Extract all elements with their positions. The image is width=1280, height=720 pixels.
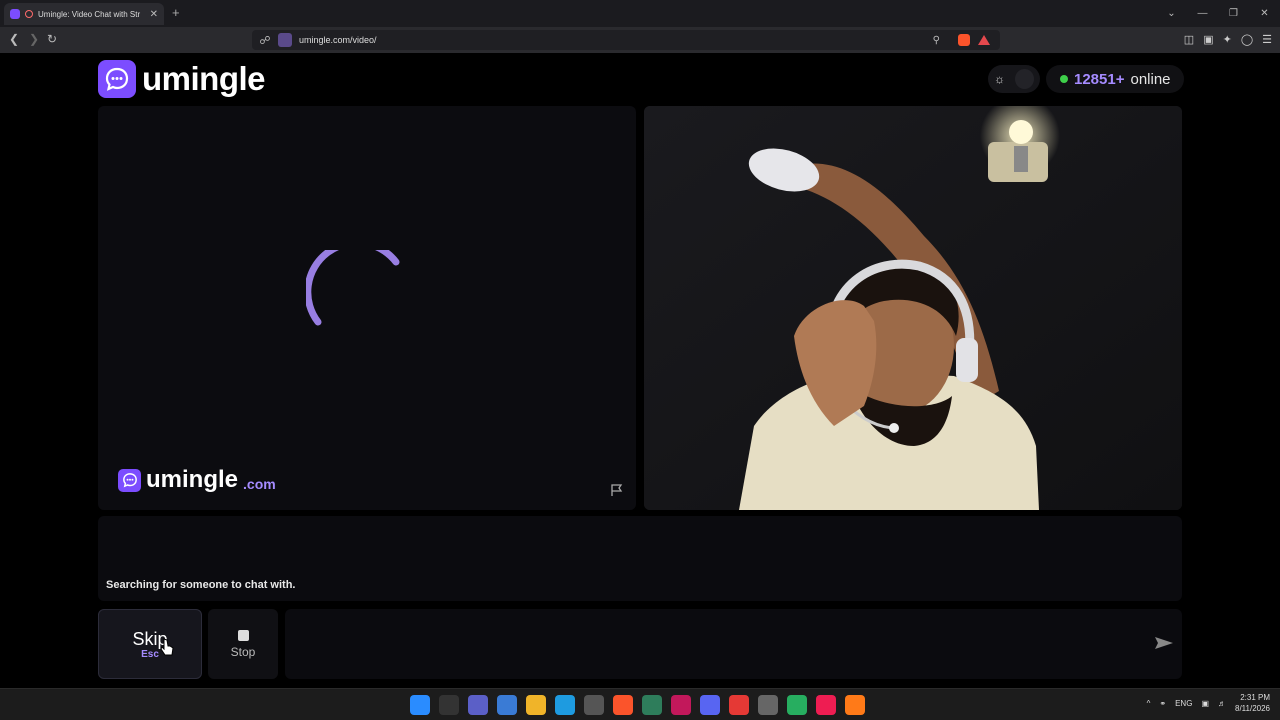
watermark-text: umingle bbox=[146, 466, 239, 493]
online-counter: 12851+ online bbox=[1046, 65, 1184, 93]
report-flag-icon[interactable] bbox=[610, 483, 624, 497]
theme-toggle[interactable]: ☼ bbox=[988, 65, 1040, 93]
browser-tab[interactable]: Umingle: Video Chat with Str ✕ bbox=[4, 3, 164, 25]
watermark-suffix: .com bbox=[243, 476, 276, 492]
back-icon[interactable]: ❮ bbox=[9, 32, 19, 46]
zoom-icon[interactable]: ⚲ bbox=[933, 35, 940, 46]
leo-ai-icon[interactable]: ✦ bbox=[1223, 33, 1232, 46]
chat-bubble-logo-icon bbox=[98, 60, 136, 98]
chat-log: Searching for someone to chat with. bbox=[98, 516, 1182, 601]
vpn-icon[interactable]: ◯ bbox=[1241, 33, 1253, 46]
skip-button[interactable]: Skip Esc bbox=[98, 609, 202, 679]
browser-tabbar: Umingle: Video Chat with Str ✕ + ⌄ — ❐ ✕ bbox=[0, 0, 1280, 27]
bookmark-icon[interactable]: ☍ bbox=[252, 34, 278, 47]
online-label: online bbox=[1130, 70, 1171, 88]
logo-text: umingle bbox=[142, 60, 266, 97]
toggle-knob bbox=[1015, 69, 1034, 89]
url-text: umingle.com/video/ bbox=[299, 35, 377, 45]
search-icon[interactable] bbox=[439, 695, 459, 715]
window-controls: ⌄ — ❐ ✕ bbox=[1156, 0, 1280, 27]
sun-icon: ☼ bbox=[994, 72, 1005, 86]
edge-icon[interactable] bbox=[555, 695, 575, 715]
site-info-icon[interactable] bbox=[278, 33, 292, 47]
teams-icon[interactable] bbox=[468, 695, 488, 715]
address-bar[interactable]: ☍ umingle.com/video/ ⚲ bbox=[252, 30, 1000, 50]
close-window-button[interactable]: ✕ bbox=[1249, 8, 1280, 19]
online-status-icon bbox=[1060, 75, 1068, 83]
cloud-app-icon[interactable] bbox=[845, 695, 865, 715]
forward-icon[interactable]: ❯ bbox=[29, 32, 39, 46]
volume-icon[interactable]: ♬ bbox=[1218, 699, 1226, 708]
reload-icon[interactable]: ↻ bbox=[47, 32, 57, 46]
video-watermark: umingle .com bbox=[118, 466, 276, 494]
valorant-icon[interactable] bbox=[671, 695, 691, 715]
taskbar-apps bbox=[410, 695, 865, 715]
recording-icon bbox=[25, 10, 33, 18]
copilot-icon[interactable] bbox=[497, 695, 517, 715]
clock-time: 2:31 PM bbox=[1240, 693, 1270, 702]
os-taskbar: ^ ⚭ ENG ▣ ♬ 2:31 PM 8/11/2026 bbox=[0, 688, 1280, 720]
windows-start-icon[interactable] bbox=[410, 695, 430, 715]
wallet-icon[interactable]: ▣ bbox=[1203, 33, 1213, 46]
tab-list-button[interactable]: ⌄ bbox=[1156, 8, 1187, 19]
maximize-button[interactable]: ❐ bbox=[1218, 8, 1249, 19]
site-logo[interactable]: umingle bbox=[98, 60, 266, 98]
app-green-icon[interactable] bbox=[787, 695, 807, 715]
tab-title: Umingle: Video Chat with Str bbox=[38, 9, 141, 19]
clock[interactable]: 2:31 PM 8/11/2026 bbox=[1235, 692, 1270, 714]
tiktok-icon[interactable] bbox=[816, 695, 836, 715]
minimize-button[interactable]: — bbox=[1187, 8, 1218, 19]
online-count: 12851+ bbox=[1074, 70, 1125, 88]
send-icon[interactable] bbox=[1154, 636, 1174, 650]
sidebar-icon[interactable]: ◫ bbox=[1184, 33, 1194, 46]
tray-chevron-icon[interactable]: ^ bbox=[1147, 699, 1151, 708]
system-tray: ^ ⚭ ENG ▣ ♬ 2:31 PM 8/11/2026 bbox=[1147, 692, 1270, 714]
browser-toolbar: ❮ ❯ ↻ ☍ umingle.com/video/ ⚲ ◫ ▣ ✦ ◯ ☰ bbox=[0, 27, 1280, 53]
umingle-favicon-icon bbox=[10, 9, 20, 19]
loading-spinner-icon bbox=[306, 250, 400, 326]
toolbar-right-icons: ◫ ▣ ✦ ◯ ☰ bbox=[1184, 33, 1272, 46]
message-input[interactable] bbox=[285, 609, 1182, 679]
new-tab-button[interactable]: + bbox=[172, 5, 180, 20]
clock-date: 8/11/2026 bbox=[1235, 704, 1270, 713]
microphone-icon[interactable]: ⚭ bbox=[1159, 699, 1166, 708]
chat-bubble-watermark-icon bbox=[118, 468, 141, 492]
brave-rewards-icon[interactable] bbox=[978, 35, 990, 45]
self-camera-image bbox=[644, 106, 1182, 510]
stop-label: Stop bbox=[230, 644, 256, 659]
self-video-panel bbox=[644, 106, 1182, 510]
stop-icon bbox=[237, 629, 249, 641]
menu-icon[interactable]: ☰ bbox=[1262, 33, 1272, 46]
app-red-icon[interactable] bbox=[729, 695, 749, 715]
skip-shortcut-hint: Esc bbox=[141, 648, 159, 660]
stranger-video-panel: umingle .com bbox=[98, 106, 636, 510]
brave-icon[interactable] bbox=[613, 695, 633, 715]
language-indicator[interactable]: ENG bbox=[1175, 699, 1192, 708]
discord-icon[interactable] bbox=[700, 695, 720, 715]
file-explorer-icon[interactable] bbox=[526, 695, 546, 715]
store-icon[interactable] bbox=[584, 695, 604, 715]
brave-shields-icon[interactable] bbox=[958, 34, 970, 46]
mouse-cursor-icon bbox=[160, 638, 174, 656]
app-icon[interactable] bbox=[642, 695, 662, 715]
close-tab-icon[interactable]: ✕ bbox=[150, 9, 158, 20]
chat-status-text: Searching for someone to chat with. bbox=[106, 579, 296, 591]
page: umingle ☼ 12851+ online umingle .com Sea… bbox=[0, 53, 1280, 688]
stop-button[interactable]: Stop bbox=[208, 609, 278, 679]
network-icon[interactable]: ▣ bbox=[1201, 699, 1209, 708]
settings-icon[interactable] bbox=[758, 695, 778, 715]
